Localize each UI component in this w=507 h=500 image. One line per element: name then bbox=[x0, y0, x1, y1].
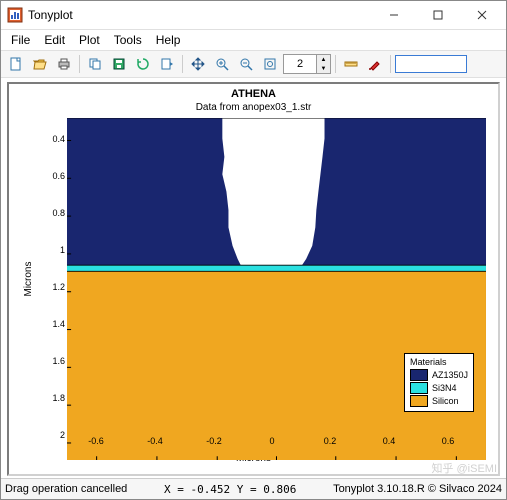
y-tick: 2 bbox=[35, 430, 65, 440]
legend-label: AZ1350J bbox=[432, 370, 468, 380]
move-icon[interactable] bbox=[187, 53, 209, 75]
app-window: Tonyplot File Edit Plot Tools Help ▲▼ bbox=[0, 0, 507, 500]
window-title: Tonyplot bbox=[28, 8, 372, 22]
save-icon[interactable] bbox=[108, 53, 130, 75]
app-icon bbox=[7, 7, 23, 23]
legend-item: Silicon bbox=[410, 395, 468, 407]
y-tick: 1.2 bbox=[35, 282, 65, 292]
x-tick: 0.2 bbox=[324, 436, 337, 446]
reload-icon[interactable] bbox=[132, 53, 154, 75]
legend-swatch bbox=[410, 395, 428, 407]
new-icon[interactable] bbox=[5, 53, 27, 75]
plot-subtitle: Data from anopex03_1.str bbox=[9, 102, 498, 113]
plot-title: ATHENA bbox=[9, 88, 498, 100]
y-tick: 1 bbox=[35, 245, 65, 255]
x-tick: -0.4 bbox=[147, 436, 163, 446]
menu-help[interactable]: Help bbox=[150, 31, 187, 49]
close-button[interactable] bbox=[460, 1, 504, 29]
legend-label: Silicon bbox=[432, 396, 459, 406]
y-tick: 1.6 bbox=[35, 356, 65, 366]
zoom-in-icon[interactable] bbox=[211, 53, 233, 75]
plot-area[interactable]: ATHENA Data from anopex03_1.str Microns … bbox=[7, 82, 500, 476]
ruler-icon[interactable] bbox=[340, 53, 362, 75]
spinner-down-icon[interactable]: ▼ bbox=[316, 64, 330, 73]
x-tick: -0.2 bbox=[206, 436, 222, 446]
copy-icon[interactable] bbox=[84, 53, 106, 75]
y-tick: 0.6 bbox=[35, 171, 65, 181]
zoom-level-spinner[interactable]: ▲▼ bbox=[283, 54, 331, 74]
minimize-button[interactable] bbox=[372, 1, 416, 29]
toolbar-separator bbox=[335, 55, 336, 73]
zoom-fit-icon[interactable] bbox=[259, 53, 281, 75]
open-icon[interactable] bbox=[29, 53, 51, 75]
legend-item: Si3N4 bbox=[410, 382, 468, 394]
menu-file[interactable]: File bbox=[5, 31, 36, 49]
zoom-out-icon[interactable] bbox=[235, 53, 257, 75]
menu-tools[interactable]: Tools bbox=[108, 31, 148, 49]
y-tick: 0.4 bbox=[35, 134, 65, 144]
status-bar: Drag operation cancelled X = -0.452 Y = … bbox=[1, 478, 506, 499]
y-tick: 0.8 bbox=[35, 208, 65, 218]
x-tick: 0 bbox=[269, 436, 274, 446]
toolbar-entry[interactable] bbox=[395, 55, 467, 73]
y-tick: 1.8 bbox=[35, 393, 65, 403]
legend-title: Materials bbox=[410, 357, 468, 367]
x-tick: -0.6 bbox=[88, 436, 104, 446]
menu-edit[interactable]: Edit bbox=[38, 31, 71, 49]
probe-icon[interactable] bbox=[364, 53, 386, 75]
toolbar-separator bbox=[182, 55, 183, 73]
window-buttons bbox=[372, 1, 504, 29]
legend-label: Si3N4 bbox=[432, 383, 457, 393]
menu-bar: File Edit Plot Tools Help bbox=[1, 30, 506, 50]
print-icon[interactable] bbox=[53, 53, 75, 75]
y-axis-label: Microns bbox=[23, 261, 34, 296]
menu-plot[interactable]: Plot bbox=[73, 31, 106, 49]
legend-swatch bbox=[410, 382, 428, 394]
zoom-level-input[interactable] bbox=[284, 57, 316, 71]
spinner-up-icon[interactable]: ▲ bbox=[316, 55, 330, 64]
title-bar[interactable]: Tonyplot bbox=[1, 1, 506, 30]
export-icon[interactable] bbox=[156, 53, 178, 75]
toolbar-separator bbox=[79, 55, 80, 73]
legend-item: AZ1350J bbox=[410, 369, 468, 381]
toolbar-separator bbox=[390, 55, 391, 73]
toolbar: ▲▼ bbox=[1, 50, 506, 78]
status-coordinates: X = -0.452 Y = 0.806 bbox=[135, 483, 325, 496]
y-tick: 1.4 bbox=[35, 319, 65, 329]
status-version: Tonyplot 3.10.18.R © Silvaco 2024 bbox=[333, 483, 502, 495]
x-tick: 0.4 bbox=[383, 436, 396, 446]
x-tick: 0.6 bbox=[442, 436, 455, 446]
maximize-button[interactable] bbox=[416, 1, 460, 29]
legend: Materials AZ1350J Si3N4 Silicon bbox=[404, 353, 474, 412]
status-message: Drag operation cancelled bbox=[5, 483, 127, 495]
legend-swatch bbox=[410, 369, 428, 381]
